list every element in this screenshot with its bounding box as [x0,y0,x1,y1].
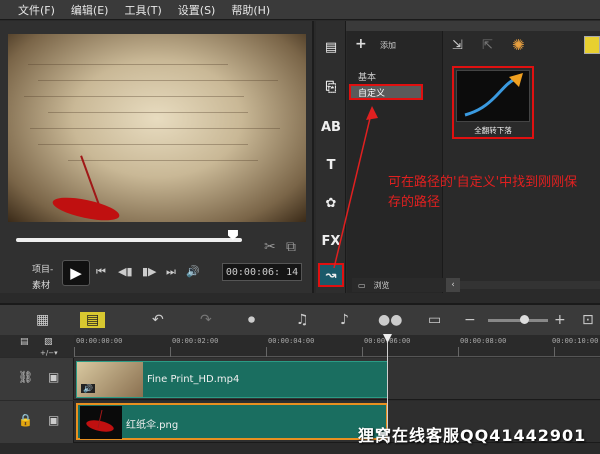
record-icon[interactable]: ⏺ [248,312,255,328]
next-frame-icon[interactable]: ▮▶ [142,265,157,278]
red-umbrella [50,193,122,222]
play-icon: ▶ [70,264,82,282]
mode-project[interactable]: 项目- [32,262,53,275]
overlay-track-header: 🔒 ▣ [0,401,74,443]
menu-help[interactable]: 帮助(H) [231,2,270,18]
fit-icon[interactable]: ⊡ [582,312,594,328]
category-basic[interactable]: 基本 [358,70,376,83]
volume-icon[interactable]: 🔊 [186,265,200,278]
menu-file[interactable]: 文件(F) [18,2,55,18]
preview-window [8,34,306,222]
scissors-icon[interactable]: ✂ [264,239,276,255]
export-icon[interactable]: ⇱ [482,38,493,53]
zoom-slider-handle[interactable] [520,315,529,324]
timeline-toolbar: ▦ ▤ ↶ ↷ ⏺ ♫ ♪ ●● ▭ − + ⊡ [0,303,600,335]
menu-edit[interactable]: 编辑(E) [71,2,109,18]
library-scrollbar[interactable] [460,281,600,289]
home-icon[interactable]: ⏮ [96,265,106,279]
scroll-left-button[interactable]: ‹ [446,278,460,292]
media-icon[interactable]: ▤ [318,35,344,59]
ruler-tick: 00:00:10:00 [552,337,599,345]
scrub-bar[interactable] [16,238,242,242]
clip-thumbnail [80,406,122,439]
track-manager-icon[interactable]: ▤ [20,337,29,347]
storyboard-view-icon[interactable]: ▦ [36,312,49,328]
image-clip[interactable]: 红纸伞.png [76,403,388,440]
add-button[interactable]: 添加 [380,40,396,51]
ruler-tick: 00:00:08:00 [460,337,507,345]
instant-project-icon[interactable]: ⎘ [318,75,344,99]
menu-settings[interactable]: 设置(S) [178,2,216,18]
timecode-display[interactable]: 00:00:06: 14 [222,263,302,281]
browse-icon: ▭ [358,280,366,290]
path-curve-icon [464,73,523,117]
library-header [316,21,600,31]
video-clip[interactable]: 🔊 Fine Print_HD.mp4 [76,361,388,398]
category-custom[interactable]: 自定义 [358,86,385,99]
ruler-tick: 00:00:00:00 [76,337,123,345]
timeline-ruler[interactable]: 00:00:00:00 00:00:02:00 00:00:04:00 00:0… [74,335,600,357]
path-thumbnail[interactable] [456,70,530,122]
expand-tracks-icon[interactable]: +/−▾ [40,349,58,357]
expand-icon[interactable]: ⧉ [286,239,296,255]
mode-clip[interactable]: 素材 [32,278,50,291]
play-button[interactable]: ▶ [62,260,90,286]
annotation-arrow [333,106,378,269]
browse-button[interactable]: ▭ 浏览 [352,278,446,292]
chapter-icon[interactable]: ▧ [44,337,53,347]
speaker-icon: 🔊 [81,384,95,393]
lock-icon[interactable]: 🔒 [18,413,33,427]
undo-icon[interactable]: ↶ [152,312,164,328]
browse-label: 浏览 [373,280,390,290]
ruler-tick: 00:00:04:00 [268,337,315,345]
zoom-in-icon[interactable]: + [554,312,566,328]
annotation-text: 可在路径的'自定义'中找到刚刚保存的路径 [388,175,578,210]
auto-music-icon[interactable]: ♪ [340,312,349,328]
path-thumbnail-label: 全翻转下落 [474,126,512,135]
view-icon[interactable] [584,36,600,54]
audio-mixer-icon[interactable]: ♫ [296,312,309,328]
clip-label: Fine Print_HD.mp4 [147,374,240,385]
redo-icon[interactable]: ↷ [200,312,212,328]
watermark: 狸窝在线客服QQ41442901 [358,426,587,445]
video-track-icon: ▣ [48,370,60,384]
ruler-header: ▤ ▧ +/−▾ [0,335,74,357]
menu-bar: 文件(F) 编辑(E) 工具(T) 设置(S) 帮助(H) [0,0,600,20]
gear-icon[interactable]: ✺ [512,36,525,54]
video-track-header: ⛓ ▣ [0,358,74,400]
chevron-left-icon: ‹ [451,280,455,290]
clip-label: 红纸伞.png [126,420,179,431]
zoom-out-icon[interactable]: − [464,312,476,328]
end-icon[interactable]: ⏭ [166,265,176,279]
motion-tracking-icon[interactable]: ●● [378,312,402,328]
import-icon[interactable]: ⇲ [452,38,463,53]
subtitle-icon[interactable]: ▭ [428,312,441,328]
menu-tools[interactable]: 工具(T) [124,2,161,18]
overlay-track-icon: ▣ [48,413,60,427]
add-icon[interactable]: + [355,36,367,52]
prev-frame-icon[interactable]: ◀▮ [118,265,133,278]
link-icon[interactable]: ⛓ [18,370,33,384]
timeline-view-icon[interactable]: ▤ [80,312,106,328]
zoom-slider[interactable] [488,319,548,322]
ruler-tick: 00:00:02:00 [172,337,219,345]
